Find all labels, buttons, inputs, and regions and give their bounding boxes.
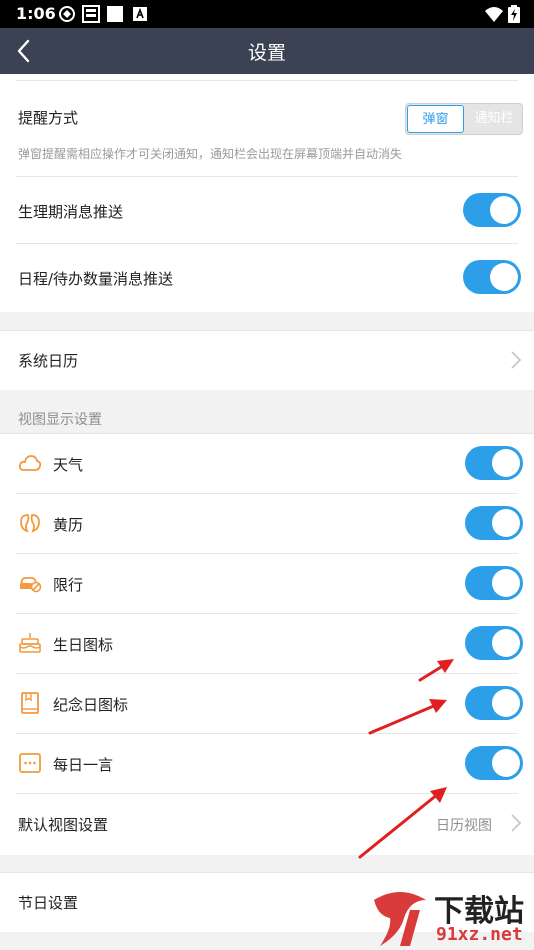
cloud-icon [18, 455, 42, 471]
schedule-push-label: 日程/待办数量消息推送 [18, 270, 174, 288]
birthday-icon-toggle[interactable] [465, 626, 523, 660]
quote-icon [19, 753, 41, 773]
weather-label: 天气 [53, 456, 84, 474]
grid-notification-icon [82, 5, 100, 23]
watermark-logo-icon [374, 892, 426, 946]
birthday-icon-row: 生日图标 [0, 613, 534, 673]
toggle-knob [492, 749, 520, 777]
watermark-url: 91xz.net [436, 924, 523, 945]
almanac-icon [20, 514, 40, 533]
system-calendar-row[interactable]: 系统日历 [0, 330, 534, 390]
settings-content: 提醒方式 弹窗 通知栏 弹窗提醒需相应操作才可关闭通知，通知栏会出现在屏幕顶端并… [0, 74, 534, 950]
toggle-knob [490, 263, 518, 291]
option-popup[interactable]: 弹窗 [407, 105, 464, 133]
almanac-label: 黄历 [53, 516, 84, 534]
reminder-method-label: 提醒方式 [18, 109, 79, 127]
default-view-value: 日历视图 [436, 818, 492, 834]
default-view-row[interactable]: 默认视图设置 日历视图 [0, 793, 534, 853]
status-bar: 1:06 [0, 0, 534, 28]
toggle-knob [490, 196, 518, 224]
period-push-label: 生理期消息推送 [18, 203, 124, 221]
daily-quote-label: 每日一言 [53, 756, 114, 774]
car-restriction-icon [20, 577, 42, 593]
page-title: 设置 [247, 42, 286, 64]
divider [0, 872, 534, 873]
battery-icon [508, 5, 520, 23]
daily-quote-row: 每日一言 [0, 733, 534, 793]
app-bar: 设置 [0, 28, 534, 74]
square-notification-icon [107, 6, 123, 22]
reminder-method-row: 提醒方式 弹窗 通知栏 弹窗提醒需相应操作才可关闭通知，通知栏会出现在屏幕顶端并… [0, 80, 534, 176]
view-section-header: 视图显示设置 [18, 412, 102, 428]
font-notification-icon [133, 7, 147, 21]
toggle-knob [492, 509, 520, 537]
anniversary-icon-row: 纪念日图标 [0, 673, 534, 733]
holiday-settings-label: 节日设置 [18, 894, 79, 912]
app-notification-icon [59, 6, 75, 22]
weather-row: 天气 [0, 433, 534, 493]
toggle-knob [492, 449, 520, 477]
option-notification-bar[interactable]: 通知栏 [465, 104, 522, 134]
toggle-knob [492, 629, 520, 657]
toggle-knob [492, 689, 520, 717]
chevron-right-icon [511, 814, 522, 832]
watermark: 下载站 91xz.net [370, 884, 534, 950]
period-push-toggle[interactable] [463, 193, 521, 227]
daily-quote-toggle[interactable] [465, 746, 523, 780]
period-push-row: 生理期消息推送 [0, 177, 534, 243]
anniversary-icon-label: 纪念日图标 [53, 696, 129, 714]
almanac-toggle[interactable] [465, 506, 523, 540]
schedule-push-toggle[interactable] [463, 260, 521, 294]
weather-toggle[interactable] [465, 446, 523, 480]
cake-icon [19, 633, 41, 653]
schedule-push-row: 日程/待办数量消息推送 [0, 244, 534, 310]
book-icon [21, 692, 39, 714]
almanac-row: 黄历 [0, 493, 534, 553]
restriction-label: 限行 [53, 576, 84, 594]
wifi-icon [485, 7, 503, 22]
status-time: 1:06 [16, 4, 56, 23]
reminder-hint: 弹窗提醒需相应操作才可关闭通知，通知栏会出现在屏幕顶端并自动消失 [18, 147, 403, 161]
divider [0, 330, 534, 331]
restriction-row: 限行 [0, 553, 534, 613]
chevron-right-icon [511, 351, 522, 369]
view-settings-card: 天气 黄历 限行 生日图标 纪念日图标 每日一言 默认视图设置 日历视图 [0, 433, 534, 855]
birthday-icon-label: 生日图标 [53, 636, 114, 654]
reminder-method-segmented: 弹窗 通知栏 [405, 103, 523, 135]
anniversary-icon-toggle[interactable] [465, 686, 523, 720]
system-calendar-label: 系统日历 [18, 352, 79, 370]
toggle-knob [492, 569, 520, 597]
default-view-label: 默认视图设置 [18, 816, 109, 834]
notification-card: 提醒方式 弹窗 通知栏 弹窗提醒需相应操作才可关闭通知，通知栏会出现在屏幕顶端并… [0, 74, 534, 312]
restriction-toggle[interactable] [465, 566, 523, 600]
